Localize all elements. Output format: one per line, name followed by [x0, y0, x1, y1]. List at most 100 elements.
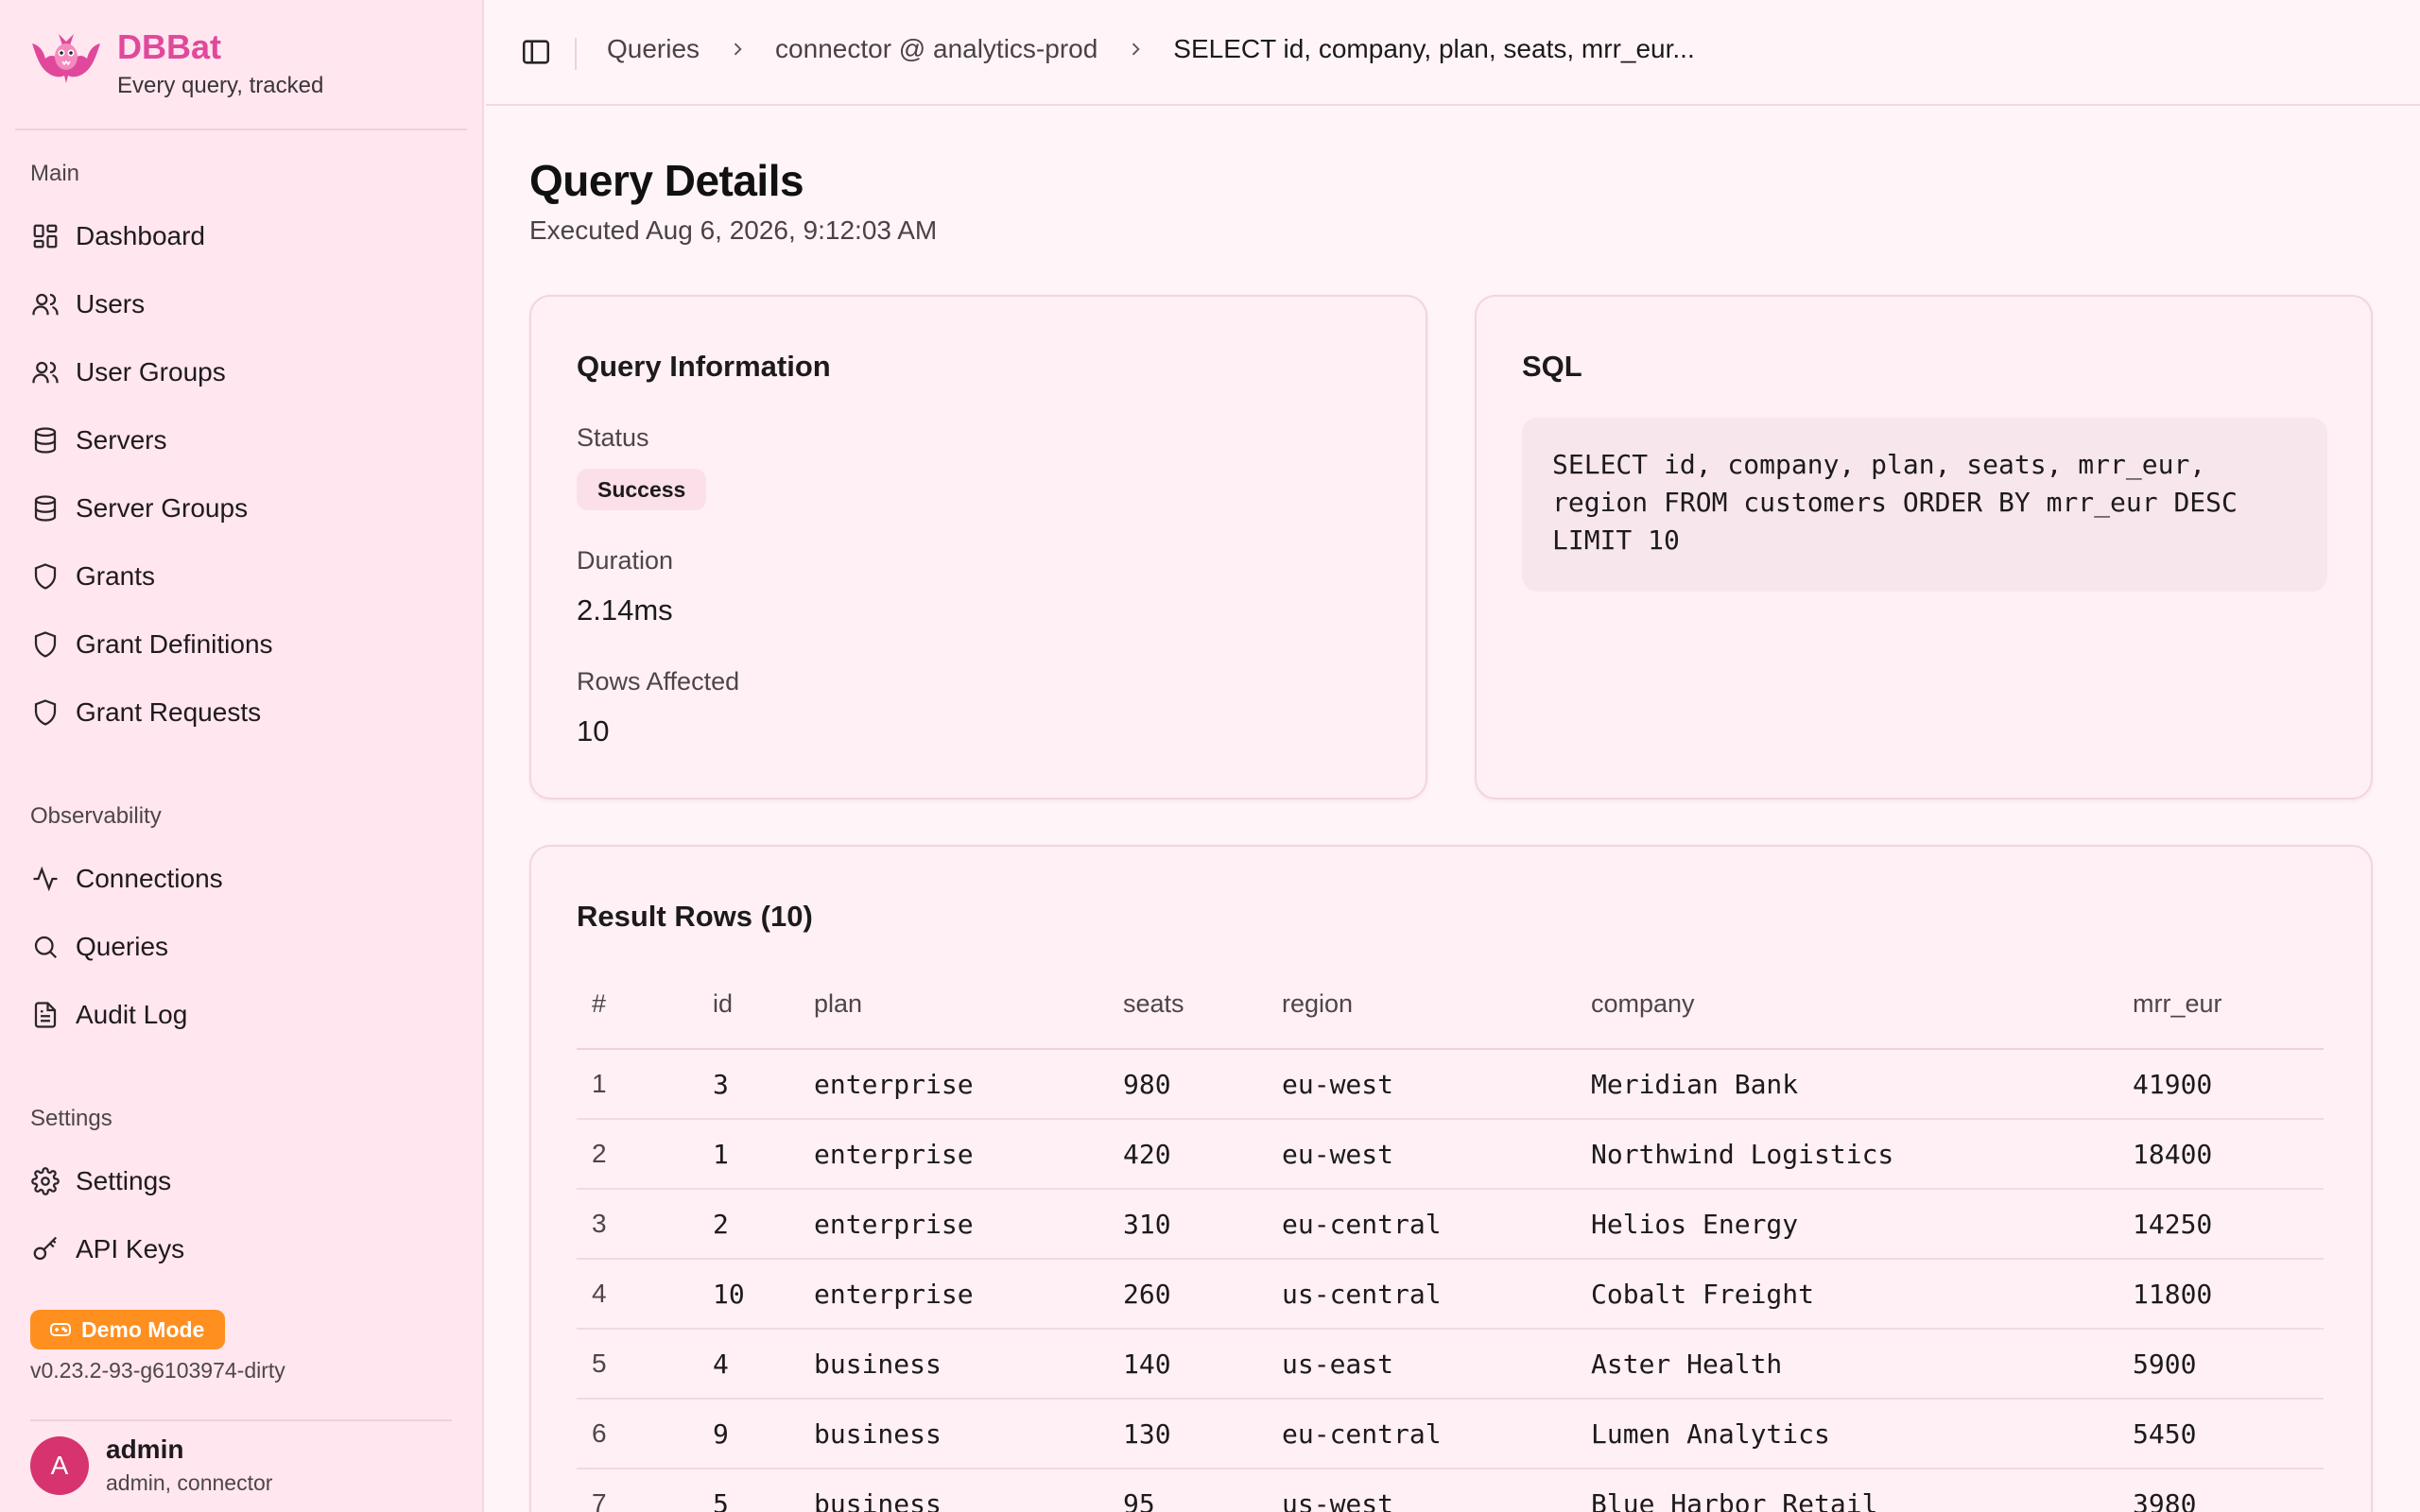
- table-cell: 4: [577, 1259, 698, 1330]
- table-cell: enterprise: [799, 1049, 1108, 1120]
- table-cell: eu-west: [1267, 1049, 1576, 1120]
- sidebar-item-dashboard[interactable]: Dashboard: [15, 208, 459, 265]
- sidebar-item-label: User Groups: [76, 357, 226, 387]
- table-cell: enterprise: [799, 1259, 1108, 1330]
- table-cell: 9: [698, 1399, 799, 1469]
- table-cell: 1: [698, 1119, 799, 1190]
- table-row[interactable]: 2 1 enterprise 420 eu-west Northwind Logistic…: [577, 1119, 2324, 1190]
- divider: [15, 129, 467, 130]
- table-cell: 14250: [2118, 1189, 2324, 1260]
- table-row[interactable]: 7 5 business 95 us-west Blue Harbor Retail 398…: [577, 1469, 2324, 1512]
- version-text: v0.23.2-93-g6103974-dirty: [30, 1358, 285, 1383]
- sidebar-item-connections[interactable]: Connections: [15, 850, 459, 907]
- section-title-main: Main: [30, 161, 80, 186]
- table-cell: 5450: [2118, 1399, 2324, 1469]
- sidebar-item-grant-definitions[interactable]: Grant Definitions: [15, 616, 459, 673]
- user-roles: admin, connector: [106, 1470, 273, 1495]
- column-header[interactable]: id: [698, 960, 799, 1050]
- table-cell: 980: [1108, 1049, 1267, 1120]
- column-header[interactable]: company: [1576, 960, 2118, 1050]
- sidebar-item-api-keys[interactable]: API Keys: [15, 1221, 459, 1278]
- table-cell: 7: [577, 1469, 698, 1512]
- divider: [575, 38, 577, 70]
- card-title: SQL: [1522, 350, 1582, 383]
- table-cell: Cobalt Freight: [1576, 1259, 2118, 1330]
- table-cell: 41900: [2118, 1049, 2324, 1120]
- sidebar-item-grants[interactable]: Grants: [15, 548, 459, 605]
- section-title-settings: Settings: [30, 1106, 112, 1131]
- avatar[interactable]: A: [30, 1436, 89, 1495]
- table-cell: 2: [698, 1189, 799, 1260]
- user-name: admin: [106, 1435, 184, 1464]
- users-icon: [30, 357, 60, 387]
- column-header[interactable]: seats: [1108, 960, 1267, 1050]
- table-cell: 11800: [2118, 1259, 2324, 1330]
- table-cell: eu-central: [1267, 1189, 1576, 1260]
- table-row[interactable]: 4 10 enterprise 260 us-central Cobalt Freight…: [577, 1259, 2324, 1330]
- bat-logo-icon: [32, 34, 100, 83]
- section-title-observability: Observability: [30, 803, 162, 829]
- sql-code-block[interactable]: SELECT id, company, plan, seats, mrr_eur…: [1522, 418, 2327, 592]
- sidebar-item-audit-log[interactable]: Audit Log: [15, 987, 459, 1043]
- key-icon: [30, 1234, 60, 1264]
- sidebar-item-user-groups[interactable]: User Groups: [15, 344, 459, 401]
- brand-tagline: Every query, tracked: [117, 73, 324, 98]
- database-icon: [30, 425, 60, 455]
- breadcrumb: Queries connector @ analytics-prod SELEC…: [607, 34, 1695, 64]
- page-subtitle: Executed Aug 6, 2026, 9:12:03 AM: [529, 215, 938, 245]
- table-cell: eu-central: [1267, 1399, 1576, 1469]
- sidebar-item-servers[interactable]: Servers: [15, 412, 459, 469]
- column-header[interactable]: plan: [799, 960, 1108, 1050]
- table-cell: 5900: [2118, 1329, 2324, 1400]
- table-cell: 260: [1108, 1259, 1267, 1330]
- results-table: # id plan seats region company mrr_eur 1 3 enter…: [577, 960, 2324, 1512]
- table-cell: eu-west: [1267, 1119, 1576, 1190]
- sidebar-item-label: Dashboard: [76, 221, 205, 250]
- table-cell: 1: [577, 1049, 698, 1120]
- table-cell: Helios Energy: [1576, 1189, 2118, 1260]
- column-header[interactable]: mrr_eur: [2118, 960, 2324, 1050]
- column-header[interactable]: #: [577, 960, 698, 1050]
- activity-icon: [30, 864, 60, 894]
- table-cell: 95: [1108, 1469, 1267, 1512]
- brand[interactable]: DBBat Every query, tracked: [30, 26, 323, 102]
- table-row[interactable]: 3 2 enterprise 310 eu-central Helios Energy 14…: [577, 1189, 2324, 1260]
- sidebar-item-server-groups[interactable]: Server Groups: [15, 480, 459, 537]
- table-row[interactable]: 6 9 business 130 eu-central Lumen Analytics 54…: [577, 1399, 2324, 1469]
- column-header[interactable]: region: [1267, 960, 1576, 1050]
- query-information-card: Query Information Status Success Duratio…: [529, 295, 1427, 799]
- chevron-right-icon: [728, 40, 747, 59]
- table-cell: us-central: [1267, 1259, 1576, 1330]
- sidebar-item-label: Servers: [76, 425, 167, 455]
- sidebar-item-label: API Keys: [76, 1234, 185, 1263]
- rows-affected-value: 10: [577, 714, 610, 747]
- card-title: Result Rows (10): [577, 900, 813, 933]
- sidebar-item-queries[interactable]: Queries: [15, 919, 459, 975]
- sidebar-item-label: Server Groups: [76, 493, 249, 523]
- sidebar-item-settings[interactable]: Settings: [15, 1153, 459, 1210]
- table-row[interactable]: 1 3 enterprise 980 eu-west Meridian Bank 41900: [577, 1049, 2324, 1120]
- table-cell: us-east: [1267, 1329, 1576, 1400]
- demo-mode-label: Demo Mode: [81, 1316, 205, 1342]
- gamepad-icon: [50, 1323, 71, 1336]
- sidebar-item-label: Grants: [76, 561, 156, 591]
- sidebar-item-label: Settings: [76, 1166, 172, 1195]
- table-cell: enterprise: [799, 1119, 1108, 1190]
- sidebar-item-users[interactable]: Users: [15, 276, 459, 333]
- table-cell: business: [799, 1469, 1108, 1512]
- table-cell: 3980: [2118, 1469, 2324, 1512]
- sidebar-item-label: Audit Log: [76, 1000, 188, 1029]
- breadcrumb-connection[interactable]: connector @ analytics-prod: [775, 34, 1098, 64]
- search-icon: [30, 932, 60, 962]
- breadcrumb-queries[interactable]: Queries: [607, 34, 700, 64]
- sidebar-toggle-icon[interactable]: [520, 36, 552, 68]
- table-cell: 18400: [2118, 1119, 2324, 1190]
- card-title: Query Information: [577, 350, 831, 383]
- document-icon: [30, 1000, 60, 1030]
- table-row[interactable]: 5 4 business 140 us-east Aster Health 5900: [577, 1329, 2324, 1400]
- sidebar-item-label: Grant Definitions: [76, 629, 273, 659]
- page-title: Query Details: [529, 156, 804, 205]
- sidebar-item-grant-requests[interactable]: Grant Requests: [15, 684, 459, 741]
- table-cell: 4: [698, 1329, 799, 1400]
- users-icon: [30, 289, 60, 319]
